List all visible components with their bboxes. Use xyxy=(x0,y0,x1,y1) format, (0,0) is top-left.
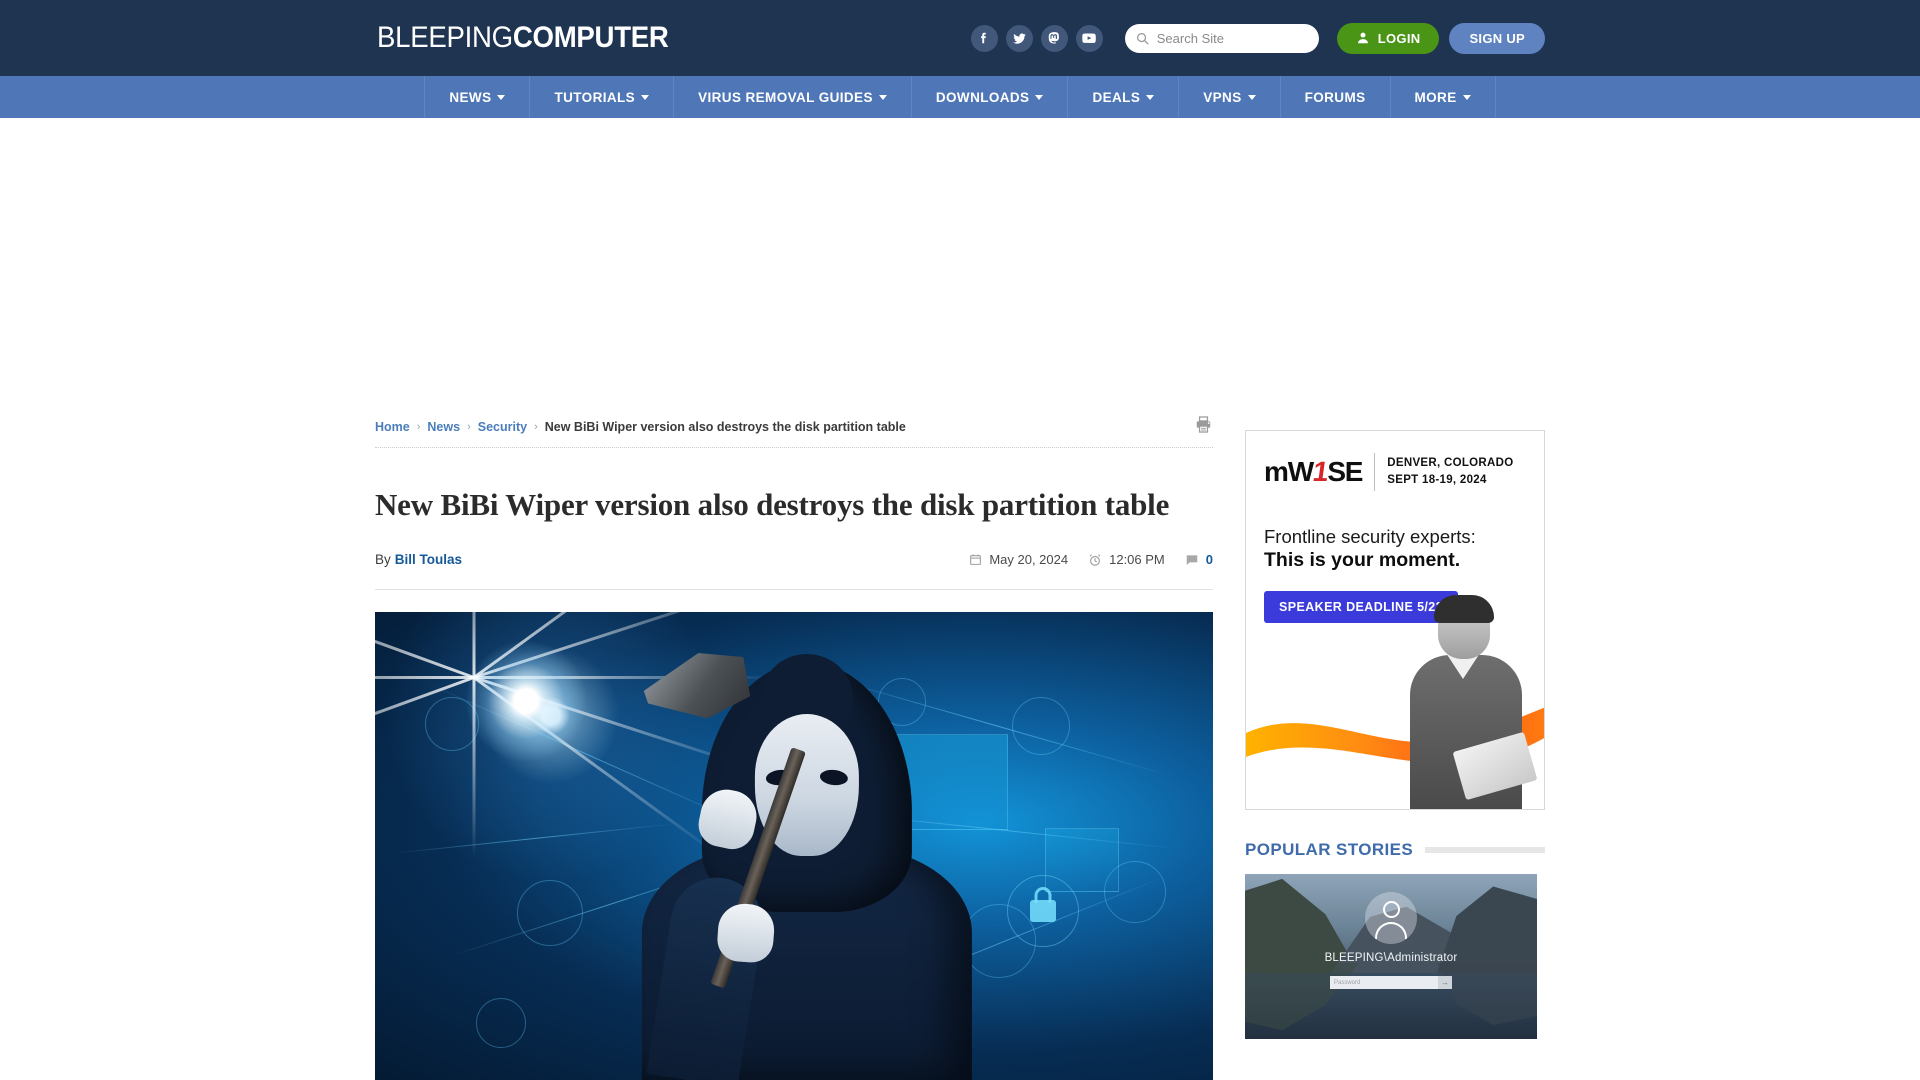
popular-stories-header: POPULAR STORIES xyxy=(1245,840,1545,860)
social-links xyxy=(970,24,1103,52)
chevron-down-icon xyxy=(497,94,506,100)
ad-event-details: DENVER, COLORADO SEPT 18-19, 2024 xyxy=(1387,455,1513,488)
facebook-icon[interactable] xyxy=(970,24,998,52)
breadcrumb-separator: › xyxy=(467,421,471,433)
page-content: Home › News › Security › New BiBi Wiper … xyxy=(375,408,1545,1080)
nav-item-tutorials[interactable]: TUTORIALS xyxy=(530,76,675,118)
youtube-icon[interactable] xyxy=(1075,24,1103,52)
hero-figure xyxy=(592,652,1022,1080)
publish-date: May 20, 2024 xyxy=(969,552,1068,567)
nav-item-label: DOWNLOADS xyxy=(935,89,1030,105)
page-title: New BiBi Wiper version also destroys the… xyxy=(375,487,1170,522)
search-input[interactable] xyxy=(1156,30,1309,46)
clock-icon xyxy=(1089,554,1101,566)
network-node xyxy=(475,997,526,1048)
chevron-down-icon xyxy=(1462,94,1471,100)
sidebar-ad-mwise[interactable]: mW1SE DENVER, COLORADO SEPT 18-19, 2024 … xyxy=(1245,430,1545,810)
leaderboard-ad-slot xyxy=(0,118,1920,408)
mwise-logo-w: W xyxy=(1287,456,1314,487)
mastodon-icon[interactable] xyxy=(1040,24,1068,52)
chevron-down-icon xyxy=(1247,94,1256,100)
password-submit-button: → xyxy=(1438,976,1452,989)
ad-person-photo xyxy=(1396,595,1538,809)
figure-hand xyxy=(715,902,776,965)
site-logo[interactable]: BLEEPINGCOMPUTER xyxy=(377,21,669,55)
mwise-logo: mW1SE xyxy=(1264,456,1363,488)
breadcrumb-home[interactable]: Home xyxy=(375,420,410,434)
ad-headline: Frontline security experts: This is your… xyxy=(1246,525,1544,573)
popular-story-thumbnail[interactable]: BLEEPING\Administrator Password → xyxy=(1245,874,1537,1039)
ad-location: DENVER, COLORADO xyxy=(1387,457,1514,470)
search-icon xyxy=(1136,32,1149,44)
hero-lens-flare xyxy=(465,641,586,762)
nav-item-news[interactable]: NEWS xyxy=(425,76,531,118)
breadcrumb: Home › News › Security › New BiBi Wiper … xyxy=(375,410,1213,444)
article-column: Home › News › Security › New BiBi Wiper … xyxy=(375,408,1213,1080)
main-navigation: NEWS TUTORIALS VIRUS REMOVAL GUIDES DOWNLOA… xyxy=(0,76,1920,118)
chevron-down-icon xyxy=(1035,94,1044,100)
twitter-icon[interactable] xyxy=(1005,24,1033,52)
user-icon xyxy=(1357,32,1368,44)
popular-stories-rule xyxy=(1425,847,1545,853)
ad-dates: SEPT 18-19, 2024 xyxy=(1387,474,1487,486)
site-header: BLEEPINGCOMPUTER Search Site LOGIN SIGN … xyxy=(0,0,1920,76)
chevron-down-icon xyxy=(1146,94,1155,100)
mwise-logo-m: m xyxy=(1264,456,1289,487)
ad-headline-line1: Frontline security experts: xyxy=(1264,526,1476,547)
byline-divider xyxy=(375,589,1213,591)
author-link[interactable]: Bill Toulas xyxy=(395,552,462,567)
comment-icon xyxy=(1186,555,1198,565)
nav-item-downloads[interactable]: DOWNLOADS xyxy=(912,76,1069,118)
ad-headline-line2: This is your moment. xyxy=(1264,549,1461,572)
comment-count[interactable]: 0 xyxy=(1185,552,1213,567)
chevron-down-icon xyxy=(878,94,887,100)
login-button[interactable]: LOGIN xyxy=(1336,22,1440,54)
breadcrumb-separator: › xyxy=(534,421,538,433)
windows-username: BLEEPING\Administrator xyxy=(1324,952,1458,964)
popular-stories-title: POPULAR STORIES xyxy=(1245,840,1414,859)
article-byline: By Bill Toulas May 20, 2024 12:06 PM 0 xyxy=(375,552,1213,567)
sidebar: mW1SE DENVER, COLORADO SEPT 18-19, 2024 … xyxy=(1245,408,1545,1080)
publish-time: 12:06 PM xyxy=(1088,552,1165,567)
mwise-logo-se: SE xyxy=(1327,456,1363,487)
nav-item-label: MORE xyxy=(1414,89,1457,105)
comment-count-value[interactable]: 0 xyxy=(1206,552,1213,567)
nav-item-label: DEALS xyxy=(1092,89,1141,105)
login-button-label: LOGIN xyxy=(1377,30,1421,46)
nav-item-label: VPNS xyxy=(1203,89,1242,105)
nav-item-deals[interactable]: DEALS xyxy=(1068,76,1180,118)
windows-user-avatar-icon xyxy=(1365,892,1417,944)
chevron-down-icon xyxy=(641,94,650,100)
byline-by-label: By xyxy=(375,552,391,568)
nav-item-vpns[interactable]: VPNS xyxy=(1179,76,1281,118)
breadcrumb-current: New BiBi Wiper version also destroys the… xyxy=(544,420,906,434)
nav-item-virus-removal-guides[interactable]: VIRUS REMOVAL GUIDES xyxy=(674,76,912,118)
signup-button[interactable]: SIGN UP xyxy=(1449,22,1545,54)
signup-button-label: SIGN UP xyxy=(1469,30,1525,46)
breadcrumb-news[interactable]: News xyxy=(427,420,460,434)
publish-time-text: 12:06 PM xyxy=(1109,552,1165,568)
nav-item-label: NEWS xyxy=(449,89,492,105)
nav-item-label: TUTORIALS xyxy=(554,89,636,105)
nav-item-forums[interactable]: FORUMS xyxy=(1281,76,1391,118)
search-box[interactable] xyxy=(1124,23,1319,53)
logo-text-light: BLEEPING xyxy=(377,21,513,54)
breadcrumb-divider xyxy=(375,447,1213,448)
nav-item-label: VIRUS REMOVAL GUIDES xyxy=(698,89,873,105)
print-icon[interactable] xyxy=(1194,415,1213,439)
breadcrumb-security[interactable]: Security xyxy=(478,420,527,434)
publish-date-text: May 20, 2024 xyxy=(989,552,1069,568)
article-hero-image xyxy=(375,612,1213,1080)
ad-divider xyxy=(1374,453,1376,491)
nav-item-more[interactable]: MORE xyxy=(1391,76,1496,118)
calendar-icon xyxy=(970,554,982,566)
nav-item-label: FORUMS xyxy=(1304,89,1366,105)
logo-text-bold: COMPUTER xyxy=(512,21,669,54)
windows-password-field: Password → xyxy=(1330,976,1452,989)
breadcrumb-separator: › xyxy=(416,421,421,433)
password-placeholder: Password xyxy=(1334,979,1361,986)
